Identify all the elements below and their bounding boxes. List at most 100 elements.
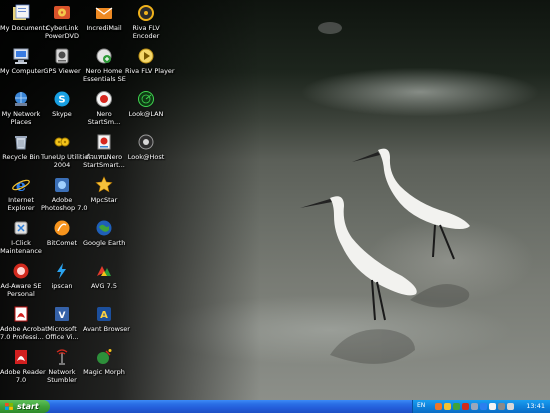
desktop-icon-powerdvd[interactable]: CyberLink PowerDVD xyxy=(41,3,83,40)
desktop-icon-office-visio[interactable]: V Microsoft Office Vi... xyxy=(41,304,83,341)
nero-home-icon xyxy=(96,48,112,64)
clock[interactable]: 13:41 xyxy=(526,402,545,410)
desktop-icon-label: Magic Morph xyxy=(83,368,125,376)
ipscan-icon xyxy=(57,263,66,279)
svg-text:e: e xyxy=(16,176,26,195)
desktop-icon-network-stumbler[interactable]: Network Stumbler xyxy=(41,347,83,384)
desktop-icon-tuneup[interactable]: TuneUp Utilities 2004 xyxy=(41,132,92,169)
desktop-icon-label: ตัวแทนNero StartSmart... xyxy=(83,153,125,169)
tray-icon-7[interactable] xyxy=(489,403,496,410)
tuneup-icon xyxy=(54,137,70,147)
desktop-icon-label: Riva FLV Encoder xyxy=(132,24,160,40)
iclick-icon xyxy=(14,221,28,235)
desktop-icon-label: Ad-Aware SE Personal xyxy=(0,282,42,298)
desktop-icon-google-earth[interactable]: Google Earth xyxy=(83,218,125,247)
desktop-icon-label: Adobe Photoshop 7.0 xyxy=(41,196,88,212)
start-label: start xyxy=(17,402,39,411)
desktop-icon-label: My Documents xyxy=(0,24,49,32)
adobe-reader-icon xyxy=(15,350,27,364)
tray-icon-5[interactable] xyxy=(471,403,478,410)
desktop-icon-internet-explorer[interactable]: e Internet Explorer xyxy=(0,175,42,212)
magic-morph-icon xyxy=(97,349,112,364)
desktop-icon-skype[interactable]: S Skype xyxy=(41,89,83,118)
desktop-icon-riva-encoder[interactable]: Riva FLV Encoder xyxy=(125,3,167,40)
tray-icon-2[interactable] xyxy=(444,403,451,410)
tray-icon-6[interactable] xyxy=(480,403,487,410)
desktop-icon-my-documents[interactable]: My Documents xyxy=(0,3,49,32)
desktop-icon-label: Internet Explorer xyxy=(7,196,35,212)
desktop-icon-nero-thai[interactable]: ตัวแทนNero StartSmart... xyxy=(83,132,125,169)
avg-icon xyxy=(97,266,111,276)
desktop-icon-label: TuneUp Utilities 2004 xyxy=(41,153,92,169)
mpcstar-icon xyxy=(95,176,113,193)
desktop-icon-label: BitComet xyxy=(46,239,78,247)
desktop-icon-grid: My Documents CyberLink PowerDVD IncrediM… xyxy=(0,0,180,400)
desktop-icon-my-computer[interactable]: My Computer xyxy=(0,46,44,75)
network-places-icon xyxy=(15,92,27,106)
photoshop-icon xyxy=(55,178,69,192)
tray-icon-8[interactable] xyxy=(498,403,505,410)
internet-explorer-icon: e xyxy=(12,176,30,195)
desktop-icon-network-places[interactable]: My Network Places xyxy=(0,89,42,126)
desktop-icon-label: My Network Places xyxy=(1,110,41,126)
egret-back xyxy=(352,148,470,260)
tray-icon-4[interactable] xyxy=(462,403,469,410)
desktop-icon-label: Avant Browser xyxy=(83,325,130,333)
desktop-icon-adaware[interactable]: Ad-Aware SE Personal xyxy=(0,261,42,298)
desktop-icon-bitcomet[interactable]: BitComet xyxy=(41,218,83,247)
desktop-icon-avant-browser[interactable]: A Avant Browser xyxy=(83,304,130,333)
google-earth-icon xyxy=(96,220,112,236)
svg-text:A: A xyxy=(100,310,108,321)
tray-icon-3[interactable] xyxy=(453,403,460,410)
desktop-icon-label: GPS Viewer xyxy=(43,67,81,75)
adaware-icon xyxy=(13,263,29,279)
svg-text:V: V xyxy=(59,311,66,321)
tray-icon-1[interactable] xyxy=(435,403,442,410)
desktop-icon-nero-startsmart[interactable]: Nero StartSm... xyxy=(83,89,125,126)
acrobat-icon xyxy=(14,306,28,322)
powerdvd-icon xyxy=(54,6,70,19)
start-button[interactable]: start xyxy=(0,400,50,413)
desktop-icon-acrobat[interactable]: Adobe Acrobat 7.0 Professi... xyxy=(0,304,48,341)
desktop-icon-gps-viewer[interactable]: GPS Viewer xyxy=(41,46,83,75)
desktop-icon-label: My Computer xyxy=(0,67,44,75)
recycle-bin-icon xyxy=(15,136,27,150)
gps-viewer-icon xyxy=(55,48,69,64)
volume-icon[interactable] xyxy=(507,403,514,410)
nero-startsmart-icon xyxy=(96,91,112,107)
desktop-icon-magic-morph[interactable]: Magic Morph xyxy=(83,347,125,376)
desktop-icon-ipscan[interactable]: ipscan xyxy=(41,261,83,290)
desktop-icon-label: ipscan xyxy=(51,282,73,290)
lookathost-icon xyxy=(138,134,154,150)
office-visio-icon: V xyxy=(55,307,69,321)
desktop-icon-label: Adobe Acrobat 7.0 Professi... xyxy=(0,325,48,341)
desktop-icon-recycle-bin[interactable]: Recycle Bin xyxy=(0,132,42,161)
system-tray: EN 13:41 xyxy=(412,400,550,413)
desktop-icon-label: Nero Home Essentials SE xyxy=(83,67,126,83)
desktop-icon-mpcstar[interactable]: MpcStar xyxy=(83,175,125,204)
desktop-icon-label: Skype xyxy=(52,110,72,118)
windows-flag-icon xyxy=(5,403,13,410)
desktop-icon-iclick[interactable]: I-Click Maintenance xyxy=(0,218,42,255)
desktop-icon-label: Adobe Reader 7.0 xyxy=(0,368,46,384)
desktop-icon-lookatlan[interactable]: Look@LAN xyxy=(125,89,167,118)
desktop-icon-label: Network Stumbler xyxy=(47,368,77,384)
desktop-icon-riva-player[interactable]: Riva FLV Player xyxy=(125,46,175,75)
desktop-icon-incredimail[interactable]: IncrediMail xyxy=(83,3,125,32)
incredimail-icon xyxy=(95,7,113,19)
desktop-icon-nero-home[interactable]: Nero Home Essentials SE xyxy=(83,46,126,83)
desktop-icon-adobe-reader[interactable]: Adobe Reader 7.0 xyxy=(0,347,46,384)
lookatlan-icon xyxy=(138,91,154,107)
desktop-icon-avg[interactable]: AVG 7.5 xyxy=(83,261,125,290)
riva-player-icon xyxy=(138,48,154,64)
language-indicator[interactable]: EN xyxy=(417,402,425,409)
riva-encoder-icon xyxy=(138,5,154,21)
avant-browser-icon: A xyxy=(97,307,111,321)
desktop-icon-label: Microsoft Office Vi... xyxy=(45,325,79,341)
desktop-icon-label: Look@LAN xyxy=(128,110,164,118)
desktop-icon-photoshop[interactable]: Adobe Photoshop 7.0 xyxy=(41,175,88,212)
desktop-icon-label: Look@Host xyxy=(127,153,165,161)
desktop-icon-lookathost[interactable]: Look@Host xyxy=(125,132,167,161)
desktop-icon-label: Recycle Bin xyxy=(2,153,40,161)
skype-icon: S xyxy=(54,91,70,107)
